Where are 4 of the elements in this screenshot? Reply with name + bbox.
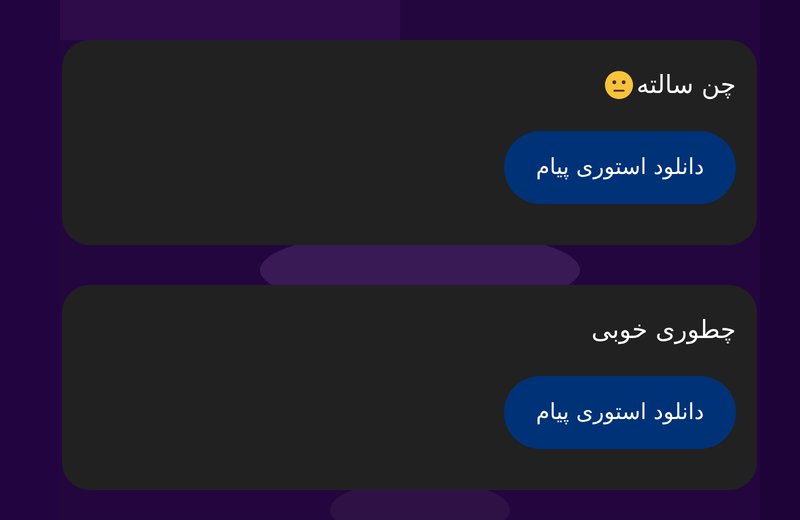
download-story-button[interactable]: دانلود استوری پیام (504, 376, 736, 449)
download-story-button[interactable]: دانلود استوری پیام (504, 131, 736, 204)
message-text: چطوری خوبی (591, 314, 736, 346)
message-text: چن سالته (636, 69, 736, 102)
